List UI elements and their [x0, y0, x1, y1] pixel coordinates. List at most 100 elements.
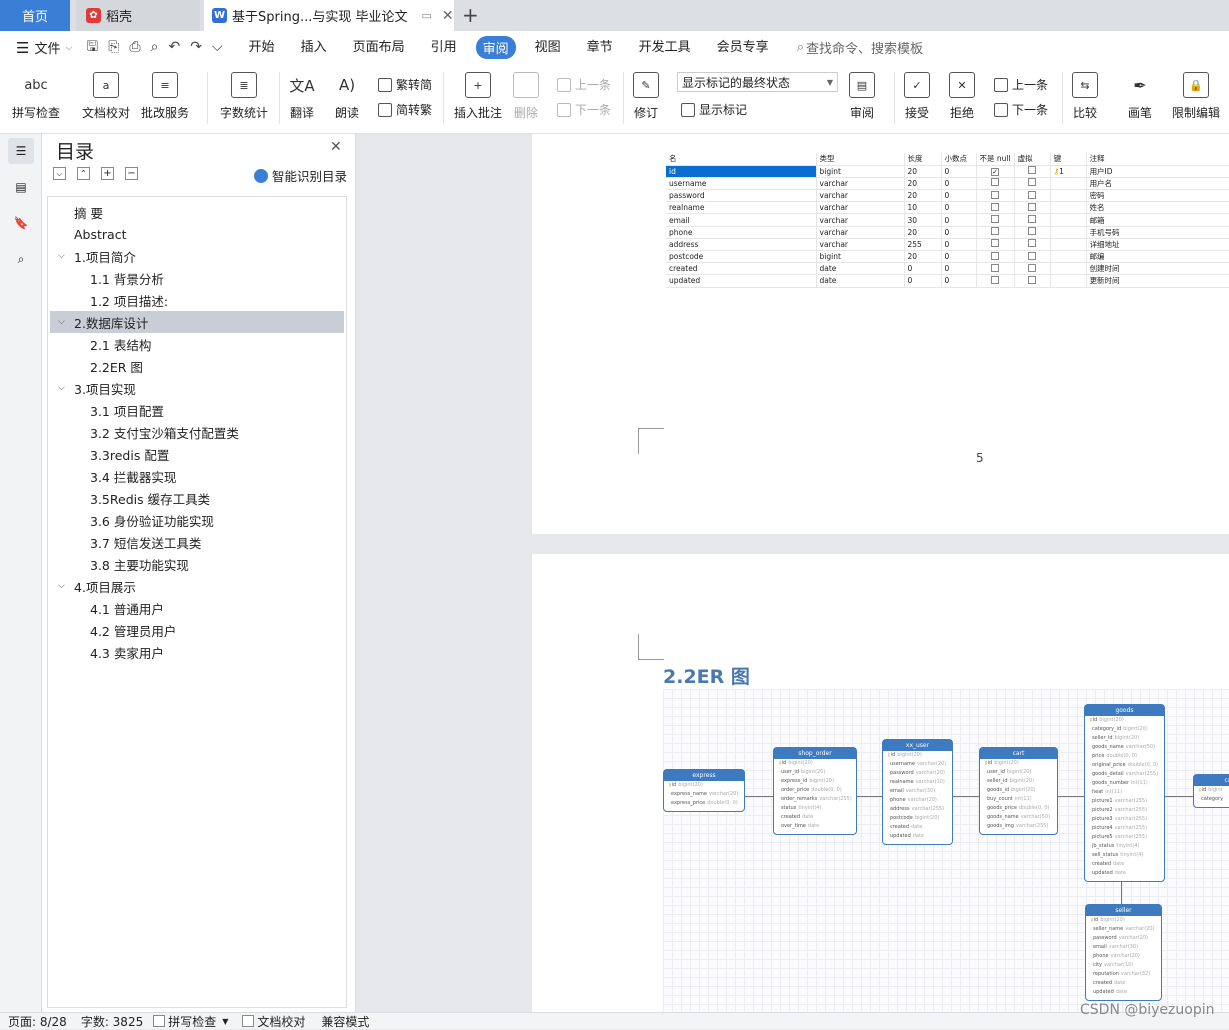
notnull-checkbox[interactable]	[976, 262, 1015, 276]
menu-tab-7[interactable]: 开发工具	[639, 36, 691, 59]
toc-item[interactable]: 4.1 普通用户	[50, 597, 344, 619]
toc-item[interactable]: 4.2 管理员用户	[50, 619, 344, 641]
remove-level-icon[interactable]: −	[125, 167, 138, 180]
notnull-checkbox[interactable]	[976, 201, 1015, 215]
close-tab-icon[interactable]: ✕	[442, 8, 454, 24]
menu-tab-5[interactable]: 视图	[535, 36, 561, 59]
notnull-checkbox[interactable]	[976, 250, 1015, 264]
menu-tab-6[interactable]: 章节	[587, 36, 613, 59]
trad-to-simp-button[interactable]: 繁转简	[378, 76, 432, 93]
search-icon[interactable]: ⌕	[8, 246, 34, 272]
chevron-down-icon[interactable]: ⌵	[58, 251, 65, 261]
toc-item[interactable]: 3.4 拦截器实现	[50, 465, 344, 487]
tab-daoke[interactable]: ✿ 稻壳	[76, 0, 200, 31]
virtual-checkbox[interactable]	[1014, 238, 1051, 252]
table-row[interactable]: username varchar 20 0 用户名	[666, 177, 1229, 191]
toc-item[interactable]: 3.2 支付宝沙箱支付配置类	[50, 421, 344, 443]
toc-panel-icon[interactable]: ☰	[8, 138, 34, 164]
notnull-checkbox[interactable]	[976, 177, 1015, 191]
menu-tab-3[interactable]: 引用	[431, 36, 457, 59]
virtual-checkbox[interactable]	[1014, 262, 1051, 276]
virtual-checkbox[interactable]	[1014, 274, 1051, 288]
notnull-checkbox[interactable]	[976, 189, 1015, 203]
collapse-all-icon[interactable]: ⌃	[77, 167, 90, 180]
chevron-down-icon[interactable]: ⌵	[58, 581, 65, 591]
virtual-checkbox[interactable]	[1014, 189, 1051, 203]
nav-pane-icon[interactable]: ▤	[8, 174, 34, 200]
toc-item[interactable]: 2.2ER 图	[50, 355, 344, 377]
virtual-checkbox[interactable]	[1014, 213, 1051, 227]
toc-item[interactable]: 3.8 主要功能实现	[50, 553, 344, 575]
toc-item[interactable]: 3.1 项目配置	[50, 399, 344, 421]
restrict-edit-button[interactable]: 🔒 限制编辑	[1172, 72, 1220, 121]
chevron-down-icon[interactable]: ⌵	[58, 317, 65, 327]
prev-comment-button[interactable]: 上一条	[557, 76, 611, 93]
toc-item[interactable]: ⌵ 4.项目展示	[50, 575, 344, 597]
notnull-checkbox[interactable]	[976, 226, 1015, 239]
hamburger-icon[interactable]: ☰	[16, 39, 29, 57]
status-doc-check[interactable]: 文档校对	[242, 1013, 305, 1030]
compare-button[interactable]: ⇆ 比较	[1072, 72, 1098, 121]
notnull-checkbox[interactable]: ✓	[976, 165, 1015, 178]
table-row[interactable]: email varchar 30 0 邮箱	[666, 213, 1229, 227]
toc-item[interactable]: 3.6 身份验证功能实现	[50, 509, 344, 531]
reject-button[interactable]: ✕ 拒绝	[949, 72, 975, 121]
menu-tab-0[interactable]: 开始	[249, 36, 275, 59]
notnull-checkbox[interactable]	[976, 213, 1015, 227]
menu-tab-1[interactable]: 插入	[301, 36, 327, 59]
table-row[interactable]: password varchar 20 0 密码	[666, 189, 1229, 203]
new-tab-button[interactable]: +	[462, 3, 479, 27]
pen-button[interactable]: ✒ 画笔	[1127, 72, 1153, 121]
table-row[interactable]: updated date 0 0 更新时间	[666, 274, 1229, 288]
notnull-checkbox[interactable]	[976, 238, 1015, 252]
tab-home[interactable]: 首页	[0, 0, 70, 31]
command-search-input[interactable]: 查找命令、搜索模板	[806, 38, 923, 57]
add-level-icon[interactable]: +	[101, 167, 114, 180]
table-row[interactable]: realname varchar 10 0 姓名	[666, 201, 1229, 215]
toc-item[interactable]: 摘 要	[50, 201, 344, 223]
pin-icon[interactable]: ▭	[421, 9, 431, 22]
menu-tab-2[interactable]: 页面布局	[353, 36, 405, 59]
next-comment-button[interactable]: 下一条	[557, 101, 611, 118]
virtual-checkbox[interactable]	[1014, 250, 1051, 264]
status-spell-check[interactable]: 拼写检查 ▼	[153, 1013, 228, 1030]
tab-document[interactable]: W 基于Spring...与实现 毕业论文 ▭ ✕	[204, 0, 454, 31]
toc-item[interactable]: 4.3 卖家用户	[50, 641, 344, 663]
page-indicator[interactable]: 页面: 8/28	[8, 1013, 67, 1030]
virtual-checkbox[interactable]	[1014, 201, 1051, 215]
toc-item[interactable]: 2.1 表结构	[50, 333, 344, 355]
virtual-checkbox[interactable]	[1014, 226, 1051, 239]
expand-all-icon[interactable]: ⌵	[53, 167, 66, 180]
virtual-checkbox[interactable]	[1014, 165, 1051, 178]
review-pane-button[interactable]: ▤ 审阅	[849, 72, 875, 121]
close-icon[interactable]: ✕	[330, 139, 342, 155]
toc-item[interactable]: 3.5Redis 缓存工具类	[50, 487, 344, 509]
spell-check-button[interactable]: abc 拼写检查	[12, 72, 60, 121]
delete-comment-button[interactable]: 删除	[513, 72, 539, 121]
bookmark-icon[interactable]: 🔖	[8, 210, 34, 236]
accept-button[interactable]: ✓ 接受	[904, 72, 930, 121]
table-row[interactable]: id bigint 20 0 ✓ ⚷1 用户ID	[666, 165, 1229, 178]
read-aloud-button[interactable]: A) 朗读	[334, 72, 360, 121]
quick-access-icons[interactable]: 🖫⎘⎙⌕↶↷⌵	[86, 36, 232, 60]
toc-item[interactable]: 1.2 项目描述:	[50, 289, 344, 311]
menu-tab-8[interactable]: 会员专享	[717, 36, 769, 59]
toc-item[interactable]: 3.7 短信发送工具类	[50, 531, 344, 553]
table-row[interactable]: created date 0 0 创建时间	[666, 262, 1229, 276]
translate-button[interactable]: 文A 翻译	[289, 72, 315, 121]
markup-state-select[interactable]: 显示标记的最终状态 ▼	[677, 72, 838, 92]
menu-file[interactable]: 文件	[34, 38, 60, 57]
toc-item[interactable]: 1.1 背景分析	[50, 267, 344, 289]
show-markup-button[interactable]: 显示标记	[681, 101, 747, 118]
batch-service-button[interactable]: ≡ 批改服务	[141, 72, 189, 121]
table-row[interactable]: postcode bigint 20 0 邮编	[666, 250, 1229, 264]
menu-tab-4[interactable]: 审阅	[475, 36, 516, 59]
table-row[interactable]: address varchar 255 0 详细地址	[666, 238, 1229, 252]
notnull-checkbox[interactable]	[976, 274, 1015, 288]
simp-to-trad-button[interactable]: 简转繁	[378, 101, 432, 118]
next-change-button[interactable]: 下一条	[994, 101, 1048, 118]
word-count[interactable]: 字数: 3825	[81, 1013, 143, 1030]
table-row[interactable]: phone varchar 20 0 手机号码	[666, 226, 1229, 239]
toc-item[interactable]: 3.3redis 配置	[50, 443, 344, 465]
track-changes-button[interactable]: ✎ 修订	[633, 72, 659, 121]
